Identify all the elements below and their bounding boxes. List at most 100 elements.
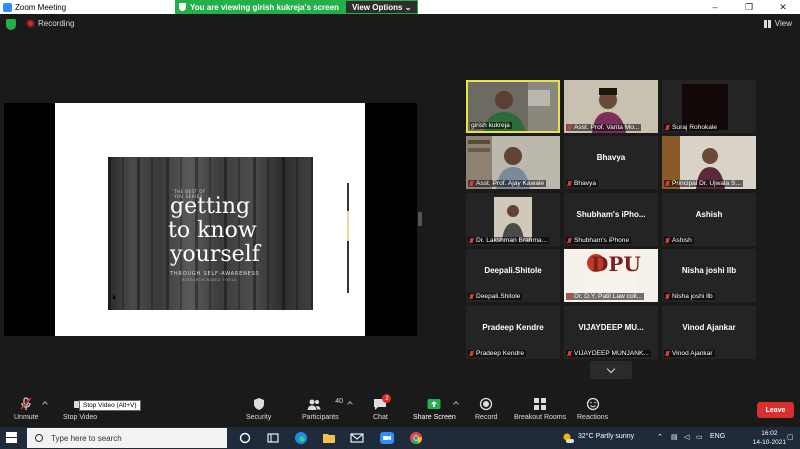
tray-chevron-icon[interactable]: ⌃ — [657, 433, 663, 441]
window-controls: – ❐ ✕ — [698, 0, 800, 14]
speaker-icon[interactable]: ◁ — [684, 433, 689, 441]
muted-mic-icon — [567, 350, 572, 357]
notification-icon[interactable]: ▢ — [787, 433, 794, 441]
security-label: Security — [246, 414, 272, 421]
participant-name-label: girish kukreja — [470, 122, 512, 129]
participants-button[interactable]: 40 Participants — [302, 397, 343, 421]
meeting-top-bar: Recording View — [0, 14, 800, 36]
participant-tile[interactable]: Vinod Ajankar Vinod Ajankar — [662, 306, 756, 359]
view-label: View — [774, 19, 792, 28]
mouse-cursor-icon — [113, 294, 116, 299]
maximize-button[interactable]: ❐ — [732, 0, 766, 14]
participant-display-name: Pradeep Kendre — [482, 323, 544, 332]
participant-tile[interactable]: Nisha joshi llb Nisha joshi llb — [662, 249, 756, 302]
participant-tile[interactable]: VIJAYDEEP MU... VIJAYDEEP MUNJANK... — [564, 306, 658, 359]
view-options-button[interactable]: View Options ⌄ — [344, 0, 419, 14]
participant-tile[interactable]: Bhavya Bhavya — [564, 136, 658, 189]
logo-text: DPU — [591, 252, 641, 276]
language-indicator[interactable]: ENG — [710, 433, 725, 440]
security-button[interactable]: Security — [246, 397, 271, 421]
muted-mic-icon — [567, 293, 572, 300]
participant-name: Dr. D.Y. Patil Law coll... — [574, 293, 643, 300]
slide-title-line1: getting — [170, 194, 251, 219]
participant-name-label: Asst. Prof. Varita Mo... — [566, 124, 642, 131]
zoom-window: Zoom Meeting – ❐ ✕ You are viewing giris… — [0, 0, 800, 449]
participant-tile[interactable]: Asst. Prof. Varita Mo... — [564, 80, 658, 133]
participant-tile[interactable]: Asst. Prof. Ajay Kawale — [466, 136, 560, 189]
reactions-button[interactable]: Reactions — [577, 397, 608, 421]
leave-button[interactable]: Leave — [757, 402, 794, 418]
security-shield-icon — [252, 397, 266, 411]
participant-name: VIJAYDEEP MUNJANK... — [574, 350, 649, 357]
participant-tile[interactable]: Dr. Lakshman Brahma... — [466, 193, 560, 246]
taskbar-clock[interactable]: 16:02 14-10-2021 — [753, 429, 786, 447]
participant-tile[interactable]: Principal Dr. Ujwala S... — [662, 136, 756, 189]
recording-indicator[interactable]: Recording — [26, 19, 74, 28]
stop-video-tooltip: Stop Video (Alt+V) — [79, 400, 141, 411]
participant-name: Ashish — [672, 237, 692, 244]
breakout-rooms-icon — [533, 397, 547, 411]
network-icon[interactable]: ▤ — [671, 433, 678, 441]
battery-icon[interactable]: ▭ — [696, 433, 703, 441]
participant-tile[interactable]: Deepali.Shitole Deepali.Shitole — [466, 249, 560, 302]
mail-icon[interactable] — [350, 431, 364, 445]
encryption-shield-icon[interactable] — [6, 19, 16, 30]
participant-tile[interactable]: Pradeep Kendre Pradeep Kendre — [466, 306, 560, 359]
participant-display-name: Deepali.Shitole — [484, 266, 542, 275]
participant-name-label: Bhavya — [566, 180, 598, 187]
chevron-down-icon — [606, 364, 616, 373]
participant-name: Dr. Lakshman Brahma... — [476, 237, 548, 244]
muted-mic-icon — [665, 350, 670, 357]
share-screen-button[interactable]: Share Screen — [413, 397, 456, 421]
unmute-button[interactable]: Unmute — [14, 397, 39, 421]
audio-options-caret[interactable] — [42, 401, 48, 407]
participant-tile[interactable]: DPU Dr. D.Y. Patil Law coll... — [564, 249, 658, 302]
breakout-rooms-button[interactable]: Breakout Rooms — [514, 397, 566, 421]
clock-time: 16:02 — [761, 430, 778, 437]
shield-icon — [179, 3, 186, 11]
participant-display-name: Bhavya — [596, 153, 626, 162]
zoom-taskbar-icon[interactable] — [380, 431, 394, 445]
shared-screen[interactable]: THE BEST OF YOU SERIES getting to know y… — [4, 103, 417, 336]
muted-mic-icon — [469, 237, 474, 244]
close-button[interactable]: ✕ — [766, 0, 800, 14]
participant-name-label: Pradeep Kendre — [468, 350, 527, 357]
view-button[interactable]: View — [763, 19, 792, 28]
unmute-label: Unmute — [14, 414, 39, 421]
split-handle[interactable] — [418, 212, 422, 226]
minimize-button[interactable]: – — [698, 0, 732, 14]
edge-browser-icon[interactable] — [294, 431, 308, 445]
participant-name-label: VIJAYDEEP MUNJANK... — [566, 350, 651, 357]
participant-name-label: Principal Dr. Ujwala S... — [664, 180, 743, 187]
clock-date: 14-10-2021 — [752, 439, 786, 446]
participant-name: Asst. Prof. Varita Mo... — [574, 124, 640, 131]
record-button[interactable]: Record — [475, 397, 498, 421]
participant-tile[interactable]: Shubham's iPho... Shubham's iPhone — [564, 193, 658, 246]
gallery-next-page-button[interactable] — [590, 361, 632, 379]
recording-label: Recording — [38, 19, 75, 28]
breakout-rooms-label: Breakout Rooms — [514, 414, 567, 421]
weather-text[interactable]: 32°C Partly sunny — [578, 433, 634, 440]
participant-tile[interactable]: Suraj Rohokale — [662, 80, 756, 133]
weather-sun-icon[interactable] — [561, 431, 575, 445]
windows-start-icon[interactable] — [6, 432, 17, 443]
file-explorer-icon[interactable] — [322, 431, 336, 445]
slide-subtitle: THROUGH SELF-AWARENESS — [170, 271, 260, 277]
participant-tile[interactable]: girish kukreja — [466, 80, 560, 133]
chat-button[interactable]: 2 Chat — [373, 394, 392, 421]
participant-name-label: Dr. D.Y. Patil Law coll... — [566, 293, 645, 300]
participant-name-label: Dr. Lakshman Brahma... — [468, 237, 550, 244]
slide-bar-highlight — [347, 211, 349, 241]
reactions-label: Reactions — [577, 414, 609, 421]
participants-count: 40 — [335, 398, 344, 405]
viewing-text: You are viewing girish kukreja's screen — [190, 2, 339, 12]
muted-mic-icon — [567, 180, 572, 187]
cortana-icon[interactable] — [238, 431, 252, 445]
participants-options-caret[interactable] — [347, 401, 353, 407]
muted-mic-icon — [665, 124, 670, 131]
chrome-icon[interactable] — [409, 431, 423, 445]
participant-name: Principal Dr. Ujwala S... — [672, 180, 741, 187]
taskbar-search-box[interactable]: Type here to search — [27, 428, 227, 448]
task-view-icon[interactable] — [266, 431, 280, 445]
participant-tile[interactable]: Ashish Ashish — [662, 193, 756, 246]
